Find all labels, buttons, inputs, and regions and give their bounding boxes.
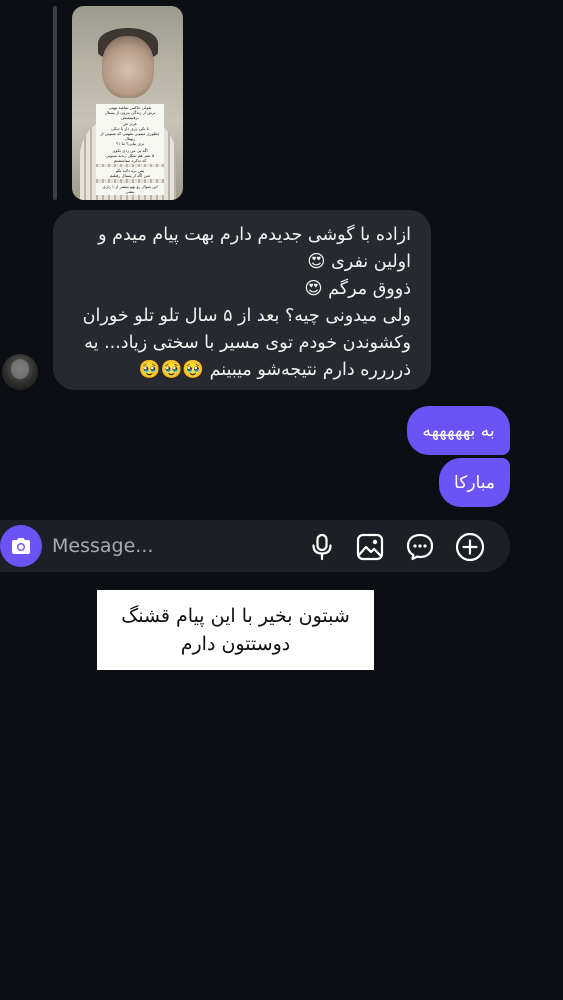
outgoing-message-text: مبارکا: [454, 472, 495, 493]
more-options-button[interactable]: [455, 532, 485, 562]
story-face: [102, 36, 154, 98]
message-input[interactable]: [52, 532, 282, 560]
camera-button[interactable]: [0, 525, 42, 567]
message-composer: [0, 520, 510, 572]
story-caption-2: عزیز من با یکی زری دار یا دیکی چطوری میت…: [96, 120, 164, 147]
sticker-icon: [406, 533, 434, 561]
story-caption-1: بقولی خاکس تماشه بهینی ترس از زندگی بیرو…: [96, 104, 164, 121]
gallery-button[interactable]: [355, 532, 385, 562]
dm-thread-screen: بقولی خاکس تماشه بهینی ترس از زندگی بیرو…: [0, 0, 563, 1000]
story-reply-rail: [53, 6, 57, 200]
outgoing-message-bubble[interactable]: مبارکا: [439, 458, 510, 507]
shared-story-thumbnail[interactable]: بقولی خاکس تماشه بهینی ترس از زندگی بیرو…: [72, 6, 183, 200]
story-caption-4: پس بره دلاید بکو منن اگه از پستال رفیلیم: [96, 167, 164, 179]
camera-icon: [12, 538, 30, 554]
outgoing-message-text: به بهههههه: [422, 420, 495, 441]
image-icon: [356, 533, 384, 561]
outgoing-message-bubble[interactable]: به بهههههه: [407, 406, 510, 455]
overlay-caption: شبتون بخیر با این پیام قشنگ دوستتون دارم: [97, 590, 374, 670]
sticker-button[interactable]: [405, 532, 435, 562]
incoming-message-bubble[interactable]: ازاده با گوشی جدیدم دارم بهت پیام میدم و…: [53, 210, 431, 390]
voice-message-button[interactable]: [307, 532, 337, 562]
add-icon: [455, 532, 485, 562]
microphone-icon: [312, 533, 332, 561]
sender-avatar[interactable]: [2, 354, 38, 390]
story-caption-5: این سوال رو بهو بیشتر از ۱ رازی بیشی: [96, 183, 164, 195]
story-caption-3: اگه بی من زدی بکوی ۵ عمر هم شکل زندیه می…: [96, 147, 164, 164]
